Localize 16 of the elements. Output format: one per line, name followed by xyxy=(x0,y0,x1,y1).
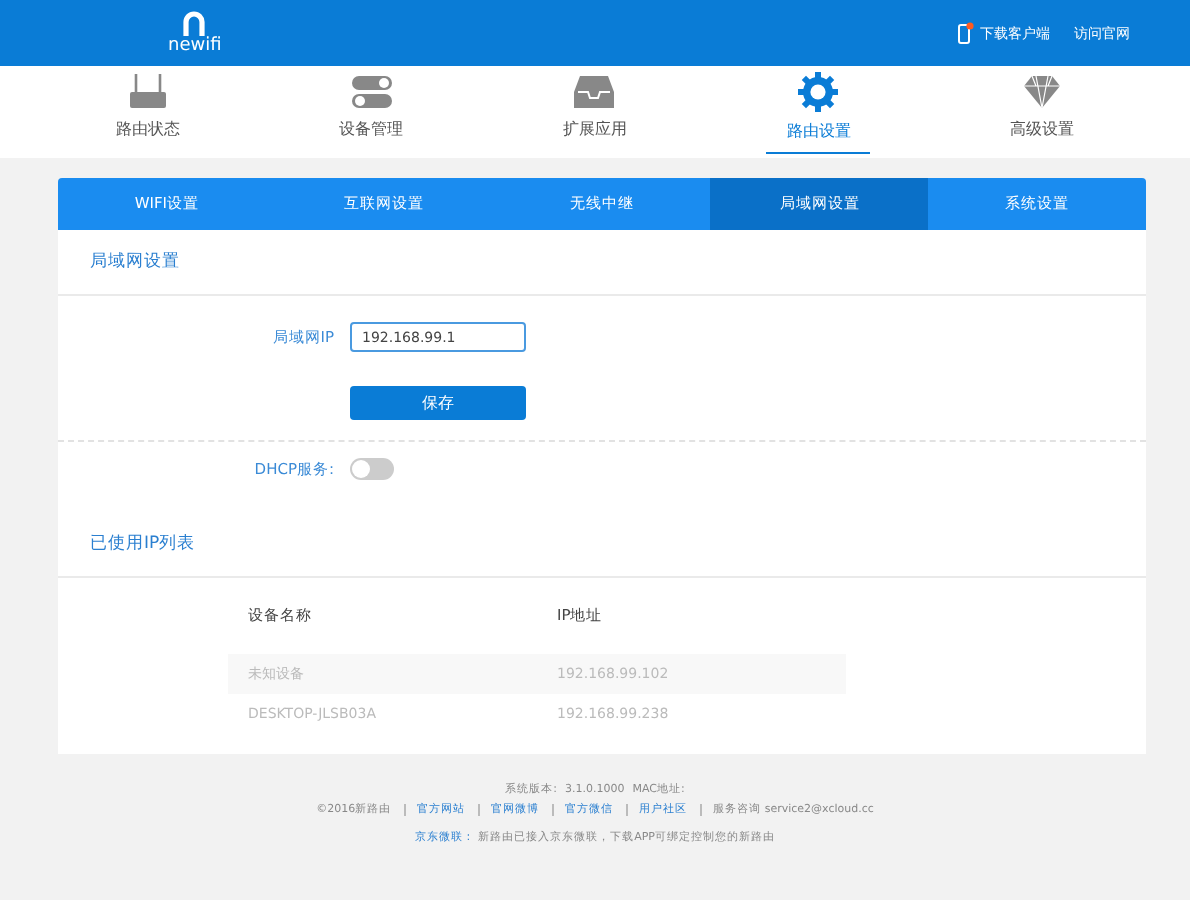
router-icon xyxy=(127,73,168,109)
nav-item[interactable]: 扩展应用 xyxy=(483,66,707,158)
tray-icon xyxy=(574,73,615,109)
save-button[interactable]: 保存 xyxy=(350,386,526,420)
section-title: 局域网设置 xyxy=(58,230,1146,296)
settings-icon xyxy=(798,71,839,111)
dhcp-switch[interactable] xyxy=(350,458,394,480)
nav-item[interactable]: 路由设置 xyxy=(706,66,931,158)
toggle-icon xyxy=(349,73,394,109)
nav-item[interactable]: 高级设置 xyxy=(930,66,1154,158)
nav-item[interactable]: 路由状态 xyxy=(36,66,260,158)
phone-icon xyxy=(958,22,974,44)
nav-item[interactable]: 设备管理 xyxy=(259,66,484,158)
diamond-icon xyxy=(1022,73,1063,109)
logo-icon xyxy=(182,10,207,36)
logo-text: newifi xyxy=(168,36,222,56)
